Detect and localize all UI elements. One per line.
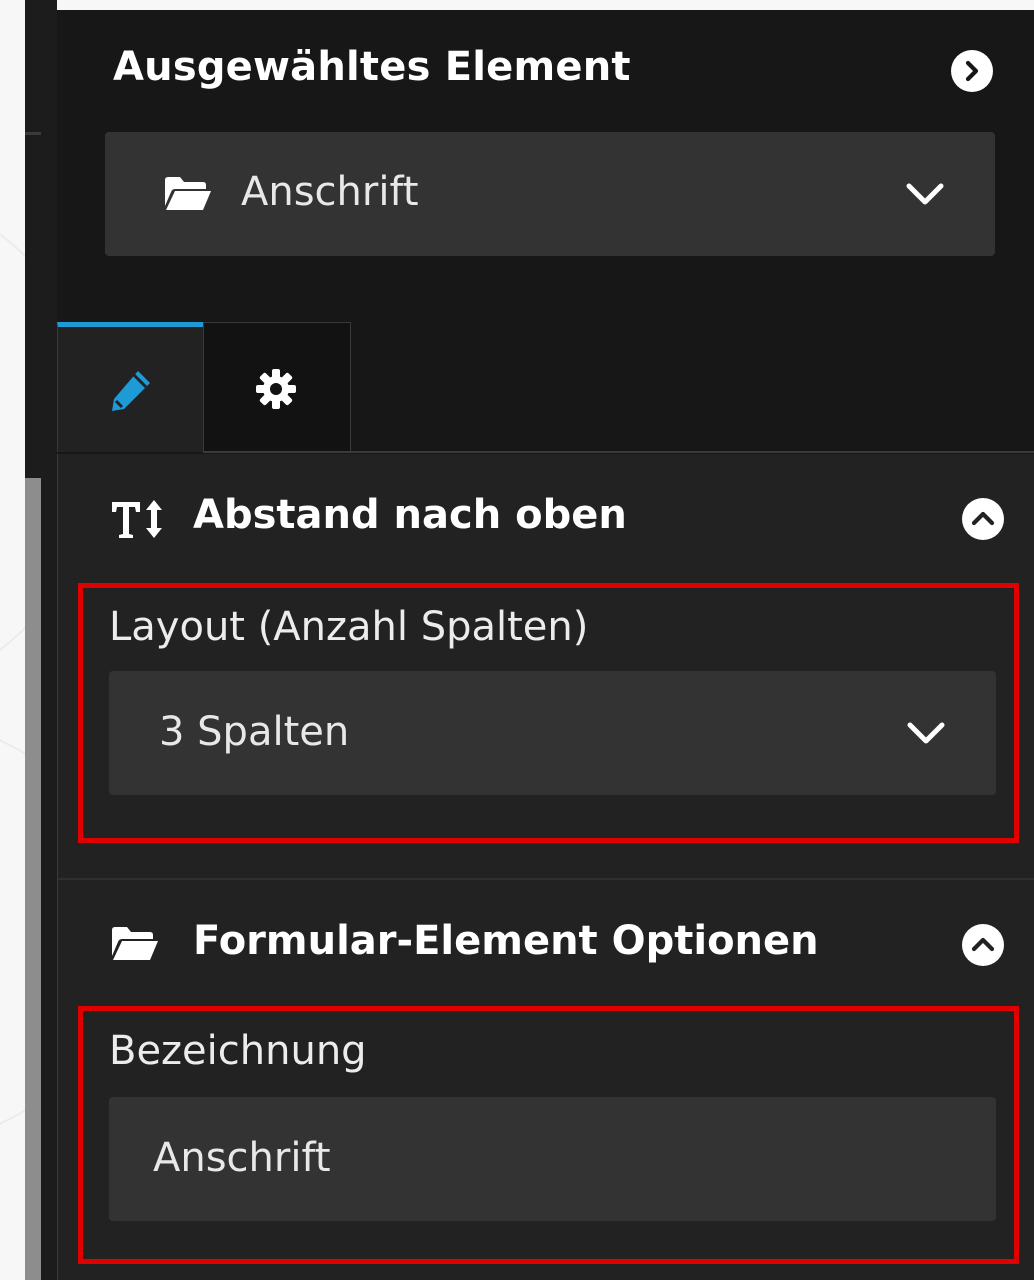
text-height-icon: [110, 498, 164, 544]
chevron-down-icon: [906, 713, 946, 753]
chevron-right-circle-icon[interactable]: [951, 50, 993, 92]
selected-element-panel: Ausgewähltes Element Anschrift Abstand n…: [57, 0, 1034, 1280]
tab-bar-divider: [203, 451, 1034, 453]
layout-columns-value: 3 Spalten: [159, 709, 350, 755]
left-panel-scrollbar[interactable]: [25, 478, 41, 1280]
layout-columns-select[interactable]: 3 Spalten: [109, 671, 996, 795]
label-field-label: Bezeichnung: [109, 1028, 367, 1074]
panel-tabs: [57, 322, 1034, 454]
chevron-up-circle-icon[interactable]: [962, 498, 1004, 540]
folder-open-icon: [110, 926, 160, 966]
layout-columns-label: Layout (Anzahl Spalten): [109, 604, 589, 650]
element-select[interactable]: Anschrift: [105, 132, 995, 256]
label-input-value: Anschrift: [153, 1135, 331, 1181]
tab-content: Abstand nach oben Layout (Anzahl Spalten…: [57, 454, 1034, 1280]
section-title-spacing: Abstand nach oben: [193, 492, 627, 538]
chevron-up-circle-icon[interactable]: [962, 924, 1004, 966]
tab-settings[interactable]: [203, 322, 351, 452]
left-panel-divider: [25, 132, 41, 135]
left-panel-edge: [25, 0, 57, 1280]
label-input[interactable]: Anschrift: [109, 1097, 996, 1221]
folder-open-icon: [163, 176, 213, 216]
element-select-value: Anschrift: [241, 169, 419, 215]
tab-edit[interactable]: [57, 322, 203, 452]
panel-title: Ausgewähltes Element: [113, 44, 631, 90]
chevron-down-icon: [905, 174, 945, 214]
gear-icon: [254, 367, 298, 415]
section-title-form-options: Formular-Element Optionen: [193, 918, 819, 964]
pencil-icon: [106, 367, 154, 419]
panel-top-margin: [57, 0, 1034, 10]
section-divider: [58, 878, 1034, 880]
screen: Ausgewähltes Element Anschrift Abstand n…: [0, 0, 1034, 1280]
panel-header: Ausgewähltes Element: [113, 40, 993, 100]
